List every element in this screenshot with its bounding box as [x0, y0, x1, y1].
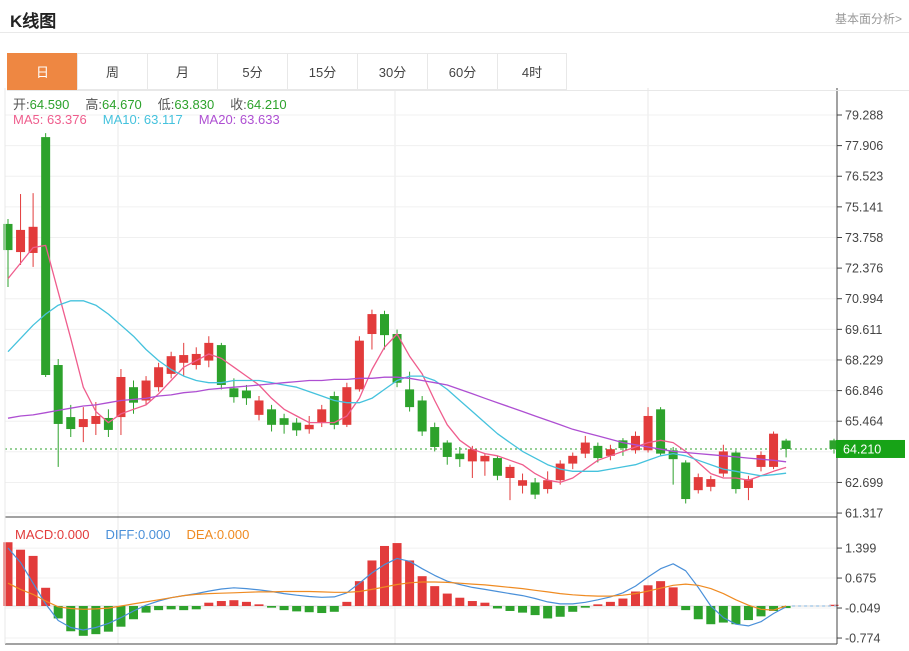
tab-day[interactable]: 日	[7, 53, 77, 90]
svg-text:65.464: 65.464	[845, 415, 883, 429]
tab-60min[interactable]: 60分	[427, 53, 497, 90]
svg-text:64.210: 64.210	[843, 442, 881, 456]
tab-week[interactable]: 周	[77, 53, 147, 90]
svg-text:68.229: 68.229	[845, 353, 883, 367]
svg-text:75.141: 75.141	[845, 200, 883, 214]
tab-4hour[interactable]: 4时	[497, 53, 567, 90]
svg-text:69.611: 69.611	[845, 323, 882, 337]
svg-text:-0.774: -0.774	[845, 632, 880, 646]
svg-text:1.399: 1.399	[845, 542, 876, 556]
svg-text:66.846: 66.846	[845, 384, 883, 398]
chart-grid	[5, 88, 837, 644]
tab-15min[interactable]: 15分	[287, 53, 357, 90]
last-price-tag: 64.210	[836, 440, 905, 458]
svg-text:62.699: 62.699	[845, 476, 883, 490]
svg-text:77.906: 77.906	[845, 139, 883, 153]
tab-30min[interactable]: 30分	[357, 53, 427, 90]
macd-pane	[4, 542, 839, 636]
svg-text:-0.049: -0.049	[845, 602, 880, 616]
kline-page: 79.288 77.906 76.523 75.141 73.758 72.376 70.9…	[0, 0, 909, 651]
svg-text:79.288: 79.288	[845, 109, 883, 123]
kline-chart-canvas[interactable]: 79.288 77.906 76.523 75.141 73.758 72.376 70.9…	[0, 0, 909, 651]
header-divider	[0, 32, 909, 33]
svg-text:0.675: 0.675	[845, 572, 876, 586]
svg-text:73.758: 73.758	[845, 231, 883, 245]
svg-text:72.376: 72.376	[845, 262, 883, 276]
price-axis: 79.288 77.906 76.523 75.141 73.758 72.376 70.9…	[5, 88, 883, 646]
interval-tabbar: 日 周 月 5分 15分 30分 60分 4时	[7, 53, 909, 91]
svg-text:70.994: 70.994	[845, 292, 883, 306]
svg-text:61.317: 61.317	[845, 507, 883, 521]
tab-month[interactable]: 月	[147, 53, 217, 90]
svg-text:76.523: 76.523	[845, 170, 883, 184]
fundamental-analysis-link[interactable]: 基本面分析>	[835, 10, 902, 27]
price-pane	[4, 133, 839, 503]
page-title: K线图	[10, 7, 56, 32]
tab-5min[interactable]: 5分	[217, 53, 287, 90]
